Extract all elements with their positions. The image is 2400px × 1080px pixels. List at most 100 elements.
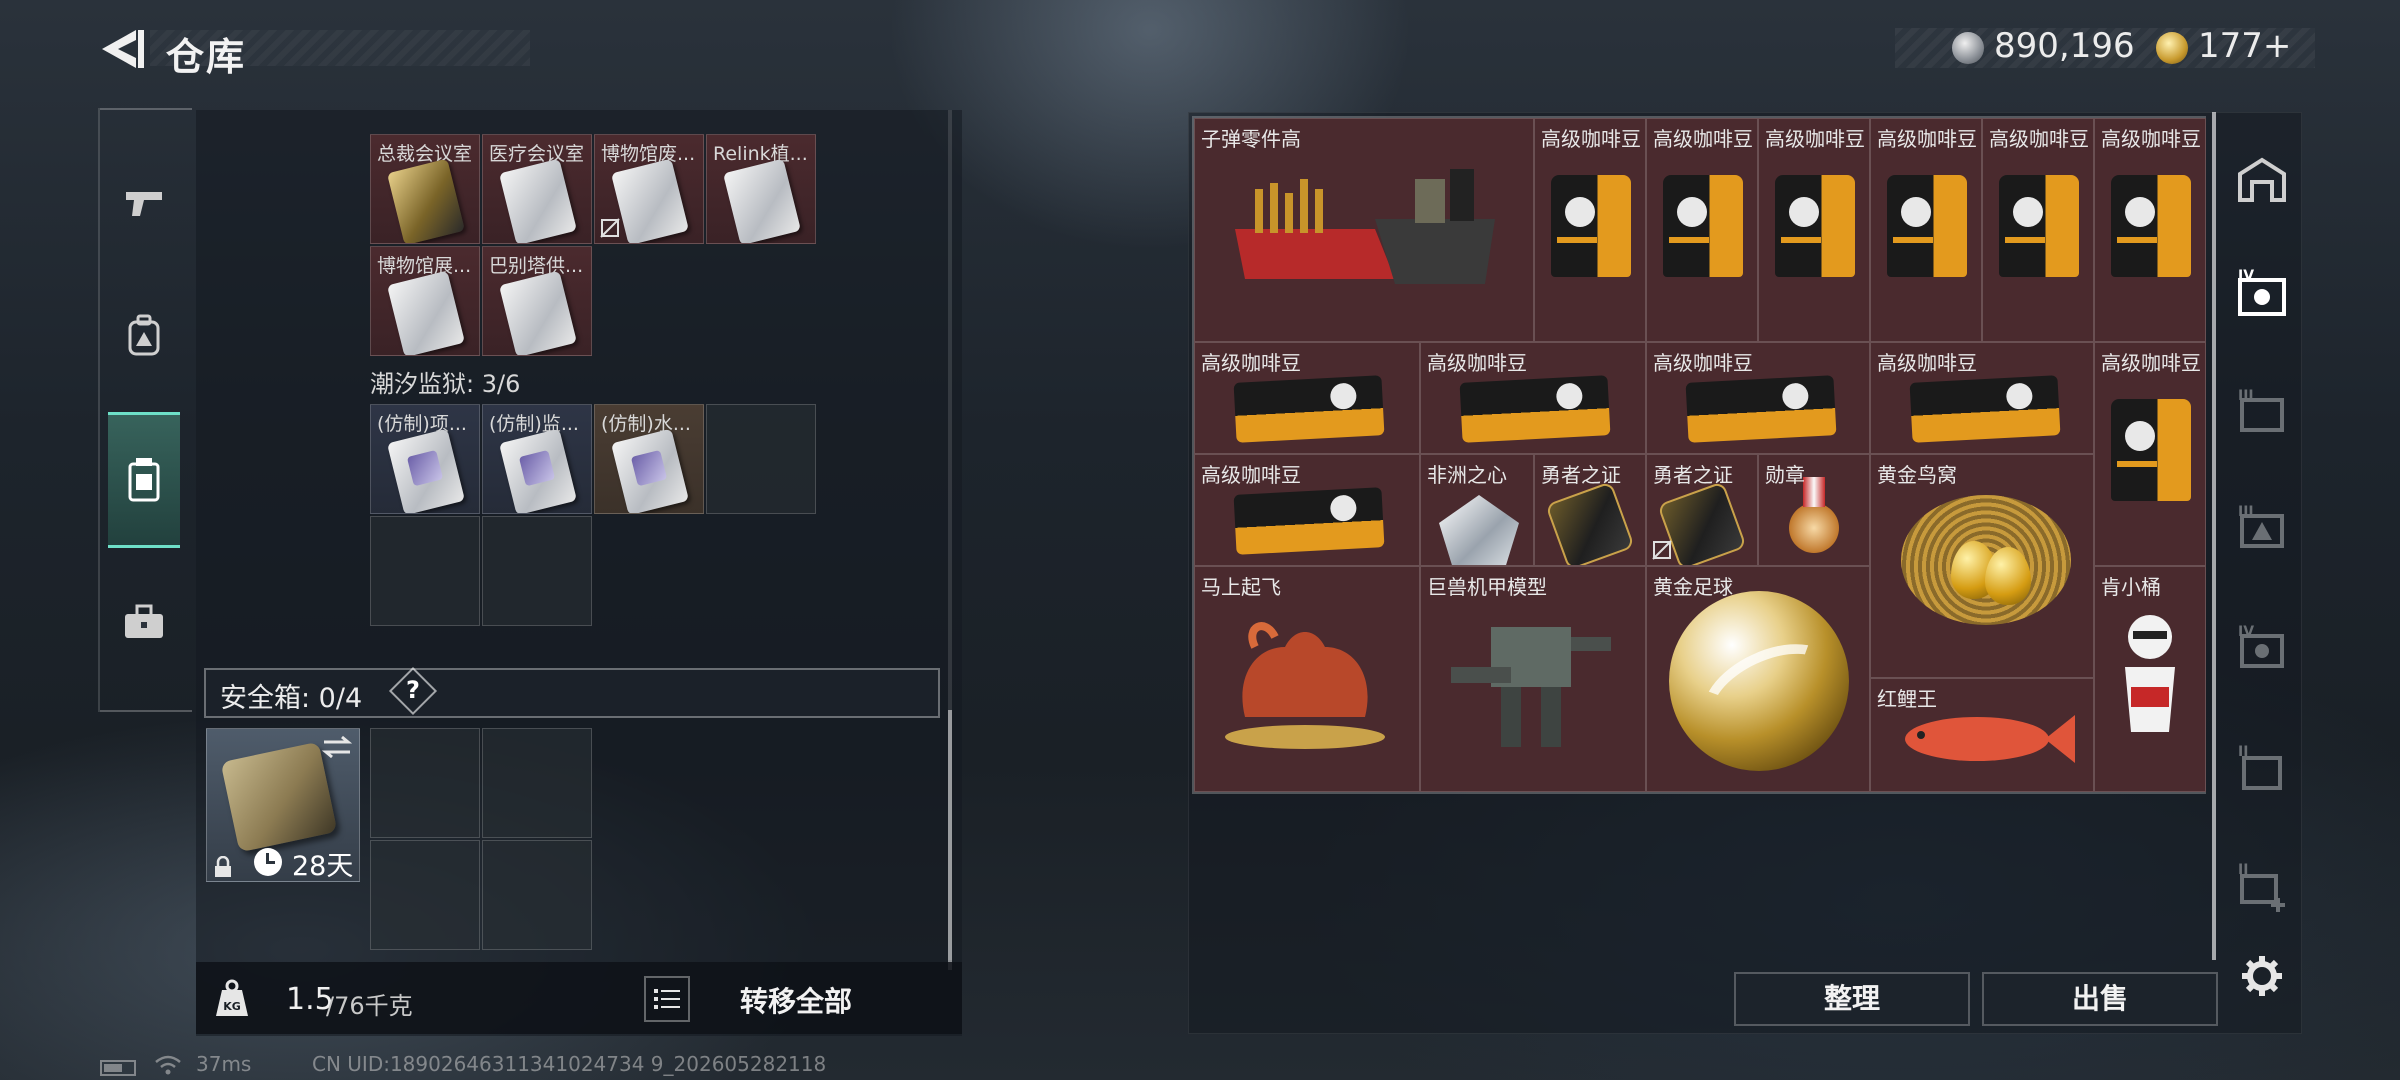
right-scrollbar[interactable] [2212,112,2216,960]
item-label: 高级咖啡豆 [1201,463,1301,487]
nav-tab-weapons[interactable] [108,136,180,272]
item-cell-coffee[interactable]: 高级咖啡豆 [1194,454,1420,566]
item-cell-medal[interactable]: 勋章 [1758,454,1870,566]
token-card-icon [1545,481,1635,565]
item-cell-brave-proof[interactable]: 勇者之证 [1646,454,1758,566]
lock-icon [215,856,231,877]
storage-tab-4-icon[interactable]: IV [2232,266,2292,326]
gear-icon[interactable] [2240,954,2284,998]
nav-tab-containers[interactable] [108,412,180,548]
item-cell-coffee[interactable]: 高级咖啡豆 [1534,118,1646,342]
svg-text:II: II [2238,862,2248,878]
diamond-icon [1439,495,1519,565]
backpack-icon [128,314,160,356]
item-cell-coffee[interactable]: 高级咖啡豆 [1420,342,1646,454]
sell-button[interactable]: 出售 [1982,972,2218,1026]
swap-icon[interactable] [320,734,354,760]
kfc-figure-icon [2125,615,2175,732]
keycard-slot[interactable]: 医疗会议室 [482,134,592,244]
item-label: 子弹零件高 [1201,127,1301,151]
storage-tab-3-icon[interactable]: III [2232,384,2292,444]
item-cell-coffee[interactable]: 高级咖啡豆 [1870,342,2094,454]
keycard-icon [386,158,466,243]
keycard-slot[interactable]: (仿制)水... [594,404,704,514]
safe-box-slot[interactable] [482,728,592,838]
keycard-slot[interactable]: (仿制)监... [482,404,592,514]
empty-slot[interactable] [370,516,480,626]
nav-tab-backpack[interactable] [108,268,180,404]
back-arrow-icon[interactable] [96,26,148,72]
item-cell-red-carp[interactable]: 红鲤王 [1870,678,2094,792]
list-view-button[interactable] [644,976,690,1022]
item-label: 勇者之证 [1541,463,1621,487]
item-label: 高级咖啡豆 [1653,127,1753,151]
scrollbar-thumb[interactable] [948,710,952,970]
item-cell-horse[interactable]: 马上起飞 [1194,566,1420,792]
keycard-slot[interactable]: 博物馆展... [370,246,480,356]
no-transfer-icon [600,218,620,238]
empty-slot[interactable] [482,516,592,626]
item-cell-mech-model[interactable]: 巨兽机甲模型 [1420,566,1646,792]
item-label: (仿制)项... [377,413,467,435]
item-cell-coffee[interactable]: 高级咖啡豆 [1194,342,1420,454]
item-cell-coffee[interactable]: 高级咖啡豆 [1646,118,1758,342]
no-transfer-icon [1652,540,1672,560]
transfer-all-button[interactable]: 转移全部 [740,980,852,1020]
item-cell-ammo-parts[interactable]: 子弹零件高 [1194,118,1534,342]
item-cell-heart-of-africa[interactable]: 非洲之心 [1420,454,1534,566]
safe-box-slot[interactable] [370,840,480,950]
item-label: 总裁会议室 [377,143,473,165]
item-cell-coffee[interactable]: 高级咖啡豆 [1758,118,1870,342]
briefcase-icon [125,604,163,638]
ping-text: 37ms [196,1052,252,1076]
scrollbar-thumb[interactable] [2212,112,2216,960]
left-scrollbar[interactable] [948,110,952,970]
safe-box-slot[interactable] [482,840,592,950]
item-label: (仿制)监... [489,413,579,435]
list-icon [654,989,680,1009]
item-label: 高级咖啡豆 [2101,351,2201,375]
keycard-slot[interactable]: (仿制)项... [370,404,480,514]
item-cell-golden-nest[interactable]: 黄金鸟窝 [1870,454,2094,678]
item-label: 高级咖啡豆 [1653,351,1753,375]
header: 仓库 890,196 177+ [0,0,2400,110]
warehouse-tab-icon[interactable] [2232,150,2292,210]
item-label: 马上起飞 [1201,575,1281,599]
coffee-bag-icon [1663,175,1743,277]
pistol-icon [126,192,162,216]
keycard-slot[interactable]: 博物馆废... [594,134,704,244]
nav-tab-cases[interactable] [108,554,180,690]
coffee-bag-icon [1775,175,1855,277]
wifi-icon [155,1055,181,1075]
help-question-icon[interactable]: ? [404,676,422,704]
weight-kg-icon: KG [216,979,248,1016]
storage-tab-3b-icon[interactable]: III [2232,500,2292,560]
keycard-slot[interactable]: 巴别塔供... [482,246,592,356]
organize-button[interactable]: 整理 [1734,972,1970,1026]
item-cell-coffee[interactable]: 高级咖啡豆 [2094,118,2206,342]
item-cell-coffee[interactable]: 高级咖啡豆 [1870,118,1982,342]
item-cell-brave-proof[interactable]: 勇者之证 [1534,454,1646,566]
item-label: 红鲤王 [1877,687,1937,711]
item-cell-kfc-bucket[interactable]: 肯小桶 [2094,566,2206,792]
storage-tab-4b-icon[interactable]: IV [2232,620,2292,680]
item-cell-coffee[interactable]: 高级咖啡豆 [1982,118,2094,342]
weight-capacity: /76千克 [326,992,413,1020]
keycard-slot[interactable]: 总裁会议室 [370,134,480,244]
keycard-slot[interactable]: Relink植... [706,134,816,244]
medal-icon [1789,477,1839,553]
gold-balance[interactable]: 177+ [2198,26,2291,66]
nav-divider [100,108,192,110]
empty-slot[interactable] [706,404,816,514]
item-label: 医疗会议室 [489,143,585,165]
storage-tab-2-icon[interactable]: II [2232,740,2292,800]
keycard-icon [498,428,578,513]
item-cell-golden-ball[interactable]: 黄金足球 [1646,566,1870,792]
keycard-icon [722,158,802,243]
item-cell-coffee[interactable]: 高级咖啡豆 [1646,342,1870,454]
item-cell-coffee[interactable]: 高级咖啡豆 [2094,342,2206,566]
safe-box-slot[interactable] [370,728,480,838]
storage-tab-2-add-icon[interactable]: II [2232,858,2292,918]
safe-case-remaining-days: 28天 [292,851,354,882]
uid-text: CN UID:18902646311341024734 9_2026052821… [312,1052,827,1076]
